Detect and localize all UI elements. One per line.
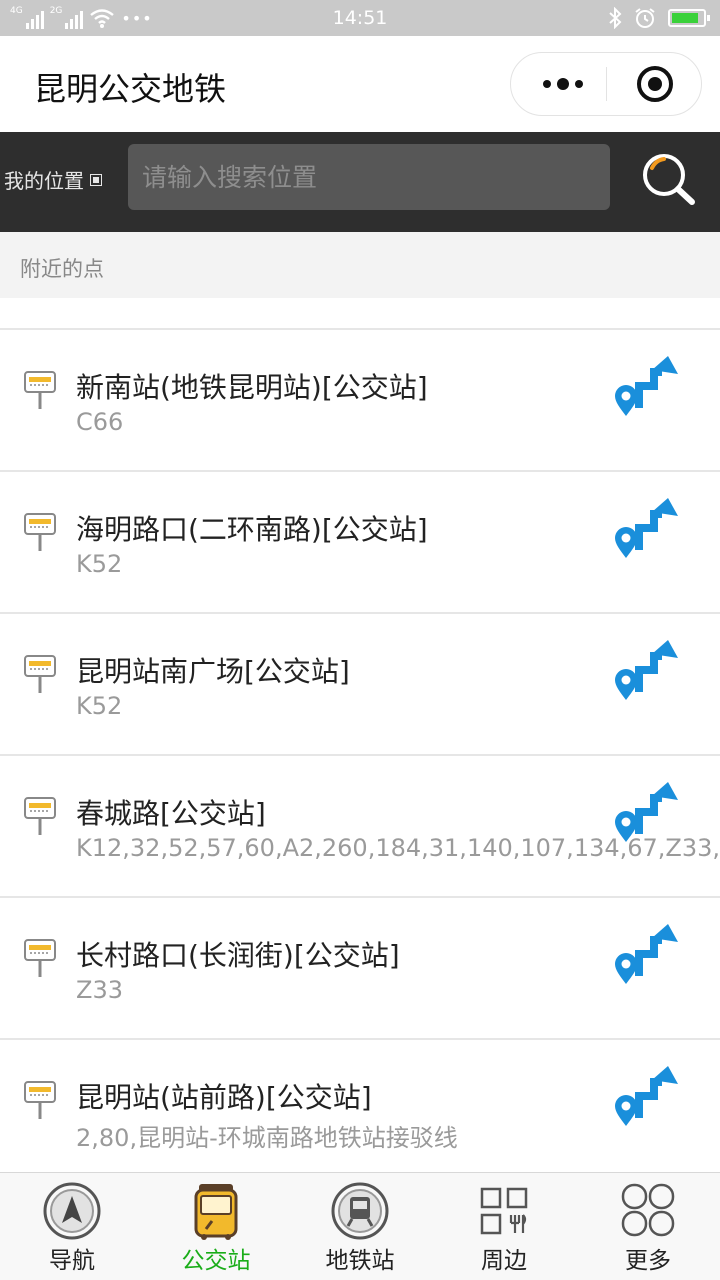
section-header: 附近的点 — [0, 232, 720, 298]
mini-program-capsule — [510, 52, 702, 116]
station-name: 昆明站(站前路)[公交站] — [76, 1081, 372, 1114]
bus-stop-icon — [24, 513, 56, 551]
tab-more[interactable]: 更多 — [576, 1173, 720, 1280]
status-bar: 4G 2G ••• 14:51 — [0, 0, 720, 36]
subway-icon — [331, 1182, 389, 1240]
tab-subway-station[interactable]: 地铁站 — [288, 1173, 432, 1280]
page-title: 昆明公交地铁 — [34, 70, 227, 108]
station-name: 昆明站南广场[公交站] — [76, 655, 350, 688]
station-routes: K52 — [76, 550, 123, 578]
status-right — [608, 6, 710, 30]
station-routes: 2,80,昆明站-环城南路地铁站接驳线 — [76, 1124, 458, 1152]
route-directions-icon[interactable] — [612, 498, 680, 560]
alarm-icon — [635, 8, 655, 28]
station-name: 长村路口(长润街)[公交站] — [76, 939, 400, 972]
more-options-button[interactable] — [531, 53, 595, 115]
search-input[interactable] — [128, 144, 610, 210]
route-directions-icon[interactable] — [612, 1066, 680, 1128]
station-name: 海明路口(二环南路)[公交站] — [76, 513, 428, 546]
tab-label: 地铁站 — [325, 1248, 395, 1274]
station-row[interactable]: 昆明站(站前路)[公交站] 2,80,昆明站-环城南路地铁站接驳线 — [0, 1040, 720, 1174]
search-bar: 我的位置 — [0, 132, 720, 232]
tab-label: 更多 — [625, 1248, 671, 1274]
station-row[interactable]: 昆明站南广场[公交站] K52 — [0, 614, 720, 756]
station-name: 春城路[公交站] — [76, 797, 266, 830]
tab-label: 导航 — [49, 1248, 95, 1274]
battery-icon — [668, 9, 710, 27]
station-row[interactable]: 新南站(地铁昆明站)[公交站] C66 — [0, 330, 720, 472]
station-row[interactable]: 春城路[公交站] K12,32,52,57,60,A2,260,184,31,1… — [0, 756, 720, 898]
bus-stop-icon — [24, 797, 56, 835]
bottom-tab-bar: 导航 公交站 地铁站 周边 更多 — [0, 1172, 720, 1280]
compass-icon — [43, 1182, 101, 1240]
bluetooth-icon — [609, 7, 622, 29]
station-row[interactable]: 长村路口(长润街)[公交站] Z33 — [0, 898, 720, 1040]
bus-stop-icon — [24, 371, 56, 409]
search-button[interactable] — [636, 148, 700, 212]
bus-stop-icon — [24, 1081, 56, 1119]
tab-label: 周边 — [481, 1248, 527, 1274]
route-directions-icon[interactable] — [612, 782, 680, 844]
station-routes: C66 — [76, 408, 124, 436]
tab-navigation[interactable]: 导航 — [0, 1173, 144, 1280]
station-routes: K52 — [76, 692, 123, 720]
route-directions-icon[interactable] — [612, 356, 680, 418]
close-mini-program-button[interactable] — [637, 66, 673, 102]
station-name: 新南站(地铁昆明站)[公交站] — [76, 371, 428, 404]
tab-bus-stop[interactable]: 公交站 — [144, 1173, 288, 1280]
station-row[interactable]: 海明路口(二环南路)[公交站] K52 — [0, 472, 720, 614]
station-list: 新南站(地铁昆明站)[公交站] C66 海明路口(二环南路)[公交站] K52 — [0, 298, 720, 1174]
route-directions-icon[interactable] — [612, 640, 680, 702]
title-bar: 昆明公交地铁 — [0, 36, 720, 132]
capsule-divider — [606, 67, 607, 101]
bus-icon — [194, 1184, 238, 1240]
grid-icon — [480, 1187, 528, 1235]
tab-nearby[interactable]: 周边 — [432, 1173, 576, 1280]
route-directions-icon[interactable] — [612, 924, 680, 986]
section-title: 附近的点 — [20, 257, 104, 281]
more-circles-icon — [621, 1183, 675, 1237]
my-location-button[interactable]: 我的位置 — [4, 165, 102, 194]
tab-label: 公交站 — [181, 1248, 251, 1274]
bus-stop-icon — [24, 655, 56, 693]
location-marker-icon — [90, 173, 102, 186]
bus-stop-icon — [24, 939, 56, 977]
search-icon — [643, 154, 695, 205]
station-routes: Z33 — [76, 976, 123, 1004]
my-location-label: 我的位置 — [4, 169, 84, 193]
